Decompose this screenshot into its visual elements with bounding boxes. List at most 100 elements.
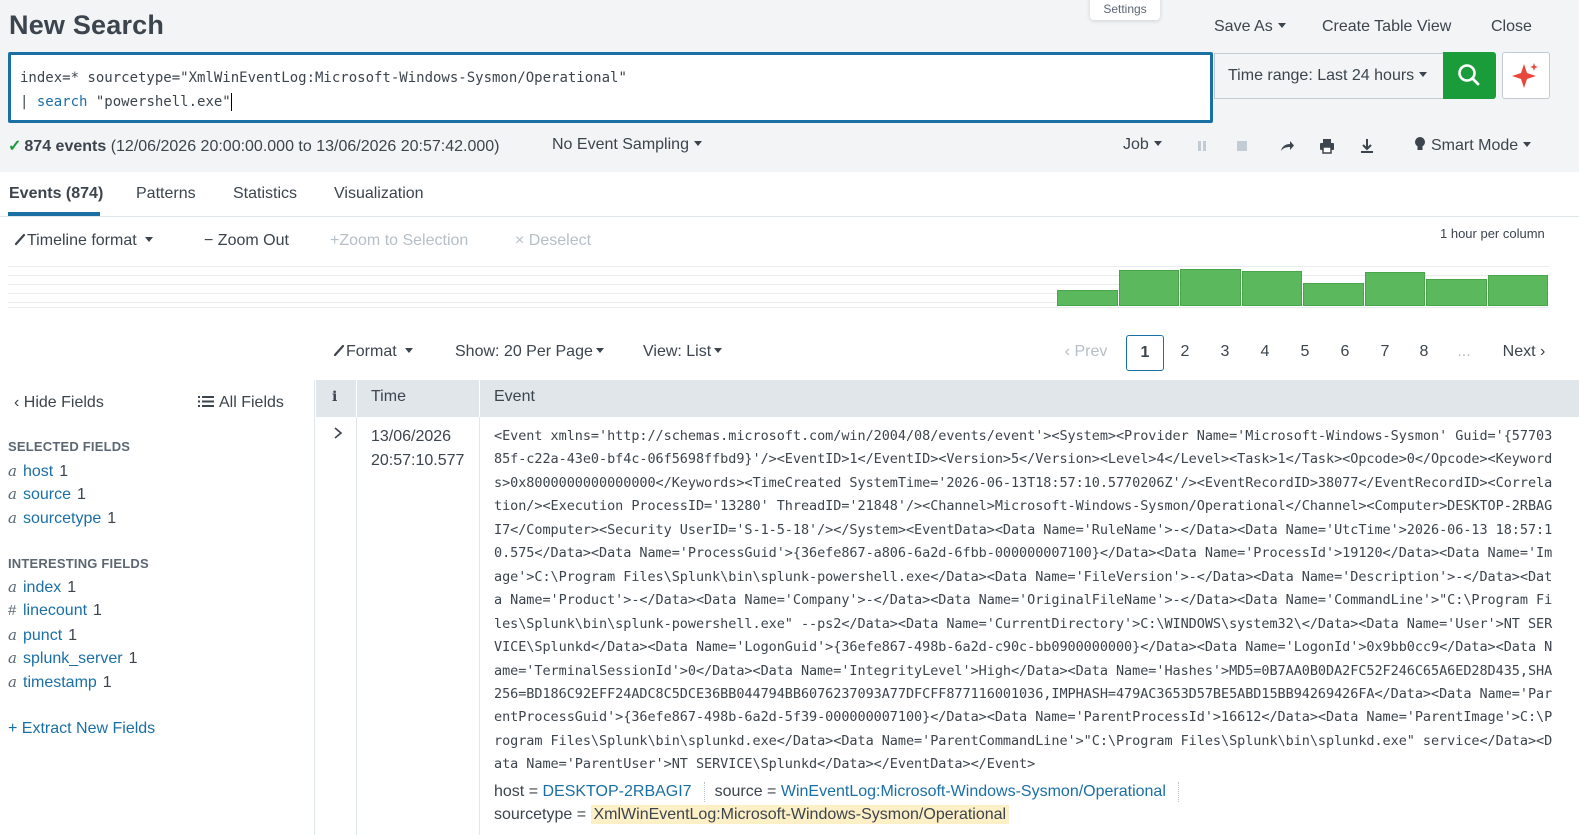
host-label: host = xyxy=(494,783,543,801)
timeline-bar[interactable] xyxy=(1057,290,1118,306)
page-button[interactable]: 3 xyxy=(1209,335,1241,371)
chevron-right-icon[interactable] xyxy=(331,426,345,440)
extract-new-fields-link[interactable]: + Extract New Fields xyxy=(8,720,155,738)
page-button[interactable]: 6 xyxy=(1329,335,1361,371)
field-item[interactable]: a host 1 xyxy=(8,462,68,484)
ai-assistant-button[interactable] xyxy=(1502,52,1550,99)
results-tabs: Events (874) Patterns Statistics Visuali… xyxy=(0,172,1579,217)
timeline-bar[interactable] xyxy=(1118,270,1179,306)
page-button[interactable]: 8 xyxy=(1408,335,1440,371)
fields-sidebar: ‹ Hide Fields All Fields SELECTED FIELDS… xyxy=(0,380,315,835)
create-table-view-link[interactable]: Create Table View xyxy=(1322,18,1451,36)
search-mode-menu[interactable]: Smart Mode xyxy=(1413,136,1532,155)
event-raw-text: <Event xmlns='http://schemas.microsoft.c… xyxy=(494,428,1553,773)
event-sampling-label: No Event Sampling xyxy=(552,136,689,153)
field-name[interactable]: index xyxy=(23,579,61,596)
event-sampling-menu[interactable]: No Event Sampling xyxy=(552,136,702,154)
field-item[interactable]: a splunk_server 1 xyxy=(8,649,138,671)
timeline-bar[interactable] xyxy=(1364,272,1425,306)
save-as-label: Save As xyxy=(1214,18,1273,35)
brush-icon xyxy=(14,233,26,246)
zoom-to-selection-button[interactable]: +Zoom to Selection xyxy=(330,232,468,250)
zoom-out-label: Zoom Out xyxy=(217,232,289,249)
page-button[interactable]: 7 xyxy=(1369,335,1401,371)
source-value[interactable]: WinEventLog:Microsoft-Windows-Sysmon/Ope… xyxy=(781,783,1166,800)
brush-icon xyxy=(333,344,345,357)
timeline-bar[interactable] xyxy=(1180,269,1241,306)
stop-icon[interactable] xyxy=(1233,137,1251,155)
timeline-bar[interactable] xyxy=(1426,279,1487,306)
timeline-gridline xyxy=(8,275,1549,276)
deselect-button[interactable]: × Deselect xyxy=(515,232,591,250)
pause-icon[interactable] xyxy=(1193,137,1211,155)
sourcetype-value[interactable]: XmlWinEventLog:Microsoft-Windows-Sysmon/… xyxy=(590,805,1010,824)
page-button[interactable]: 2 xyxy=(1169,335,1201,371)
time-column-header[interactable]: Time xyxy=(371,388,406,406)
export-icon[interactable] xyxy=(1358,137,1376,155)
field-item[interactable]: a punct 1 xyxy=(8,626,77,648)
view-menu[interactable]: View: List xyxy=(643,343,723,361)
per-page-menu[interactable]: Show: 20 Per Page xyxy=(455,343,604,361)
zoom-out-button[interactable]: − Zoom Out xyxy=(204,232,289,250)
plus-icon: + xyxy=(330,232,340,249)
field-item[interactable]: a sourcetype 1 xyxy=(8,509,116,531)
hide-fields-button[interactable]: ‹ Hide Fields xyxy=(14,394,104,412)
source-label: source = xyxy=(714,783,781,801)
search-input[interactable]: index=* sourcetype="XmlWinEventLog:Micro… xyxy=(8,52,1213,123)
field-count: 1 xyxy=(102,674,112,691)
format-menu[interactable]: Format xyxy=(332,343,413,361)
tab-patterns[interactable]: Patterns xyxy=(136,185,196,203)
all-fields-button[interactable]: All Fields xyxy=(198,394,284,412)
field-name[interactable]: splunk_server xyxy=(23,650,123,667)
field-name[interactable]: linecount xyxy=(23,602,87,619)
field-name[interactable]: sourcetype xyxy=(23,510,101,527)
search-command-token: search xyxy=(36,94,88,110)
timeline-format-menu[interactable]: Timeline format xyxy=(13,232,153,250)
search-icon xyxy=(1458,64,1480,86)
timeline-bar[interactable] xyxy=(1241,271,1302,306)
tab-events[interactable]: Events (874) xyxy=(9,185,103,203)
page-button[interactable]: 1 xyxy=(1126,335,1164,371)
string-type-icon: a xyxy=(8,462,17,480)
field-item[interactable]: a timestamp 1 xyxy=(8,673,112,695)
time-range-picker[interactable]: Time range: Last 24 hours xyxy=(1214,53,1443,99)
print-icon[interactable] xyxy=(1318,137,1336,155)
host-value[interactable]: DESKTOP-2RBAGI7 xyxy=(542,783,691,800)
save-as-menu[interactable]: Save As xyxy=(1214,18,1286,36)
field-name[interactable]: source xyxy=(23,486,71,503)
job-menu[interactable]: Job xyxy=(1123,136,1162,154)
chevron-down-icon xyxy=(693,141,702,147)
sparkle-icon xyxy=(1512,63,1538,88)
event-timestamp: 20:57:10.577 xyxy=(371,452,465,469)
pipe-token: | xyxy=(20,94,37,110)
chevron-down-icon xyxy=(595,348,604,354)
field-item[interactable]: # linecount 1 xyxy=(8,602,102,624)
chevron-down-icon xyxy=(404,348,413,354)
table-row: 13/06/2026 20:57:10.577 <Event xmlns='ht… xyxy=(316,417,1579,835)
prev-page-button[interactable]: ‹ Prev xyxy=(1058,335,1114,371)
search-line-1: index=* sourcetype="XmlWinEventLog:Micro… xyxy=(20,70,627,86)
text-cursor xyxy=(230,93,232,111)
string-type-icon: a xyxy=(8,509,17,527)
lightbulb-icon xyxy=(1415,137,1425,150)
close-link[interactable]: Close xyxy=(1491,18,1532,36)
field-item[interactable]: a source 1 xyxy=(8,485,86,507)
page-button[interactable]: 4 xyxy=(1249,335,1281,371)
field-item[interactable]: a index 1 xyxy=(8,578,76,600)
timeline-chart[interactable] xyxy=(8,264,1549,308)
next-page-button[interactable]: Next › xyxy=(1494,335,1554,371)
field-name[interactable]: timestamp xyxy=(23,674,97,691)
string-type-icon: a xyxy=(8,626,17,644)
timeline-bar[interactable] xyxy=(1487,275,1548,306)
share-icon[interactable] xyxy=(1278,137,1296,155)
field-name[interactable]: host xyxy=(23,463,53,480)
field-name[interactable]: punct xyxy=(23,627,62,644)
timeline-bar[interactable] xyxy=(1303,283,1364,306)
page-button[interactable]: 5 xyxy=(1289,335,1321,371)
check-icon: ✓ xyxy=(8,138,22,155)
tab-visualization[interactable]: Visualization xyxy=(334,185,424,203)
search-button[interactable] xyxy=(1443,52,1496,99)
search-line-2: | search "powershell.exe" xyxy=(20,90,1201,114)
settings-tooltip: Settings xyxy=(1090,0,1160,20)
tab-statistics[interactable]: Statistics xyxy=(233,185,297,203)
